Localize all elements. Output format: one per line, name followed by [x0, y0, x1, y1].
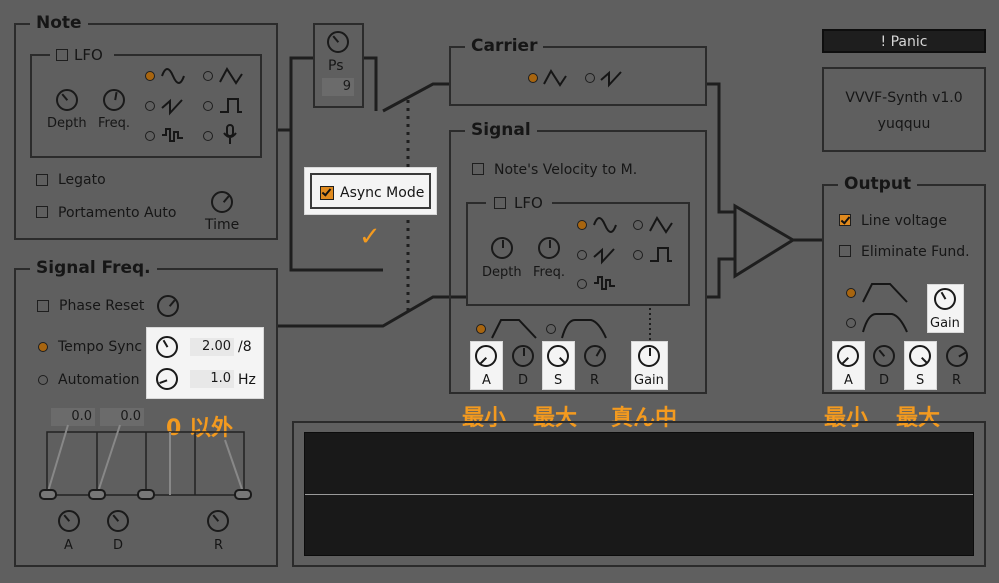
output-a-label: A — [844, 373, 853, 388]
output-env2-radio[interactable] — [846, 318, 856, 328]
output-title: Output — [838, 174, 918, 194]
envelope-curve-icon — [862, 313, 908, 333]
freq-env-r-knob[interactable] — [207, 510, 229, 532]
panic-button-label: ! Panic — [880, 34, 928, 50]
output-a-knob[interactable] — [837, 345, 859, 367]
oscilloscope-trace — [305, 494, 973, 495]
output-gain-knob[interactable] — [934, 288, 956, 310]
about-author: yuqquu — [877, 116, 931, 132]
output-gain-label: Gain — [930, 316, 960, 331]
line-voltage-label: Line voltage — [861, 213, 947, 229]
output-d-knob[interactable] — [873, 345, 895, 367]
about-box — [822, 67, 986, 152]
oscilloscope-display — [304, 432, 974, 556]
panic-button[interactable]: ! Panic — [822, 29, 986, 53]
freq-env-a-label: A — [64, 538, 73, 553]
output-s-knob[interactable] — [909, 345, 931, 367]
eliminate-fund-label: Eliminate Fund. — [861, 244, 970, 260]
freq-env-r-label: R — [214, 538, 224, 553]
output-env1-radio[interactable] — [846, 288, 856, 298]
freq-env-a-knob[interactable] — [58, 510, 80, 532]
envelope-shape-icon — [862, 283, 908, 303]
output-d-label: D — [879, 373, 890, 388]
output-r-label: R — [952, 373, 962, 388]
freq-env-d-label: D — [113, 538, 124, 553]
output-s-label: S — [916, 373, 925, 388]
eliminate-fund-checkbox[interactable] — [839, 245, 851, 257]
freq-env-d-knob[interactable] — [107, 510, 129, 532]
output-r-knob[interactable] — [946, 345, 968, 367]
about-name: VVVF-Synth v1.0 — [845, 90, 963, 106]
line-voltage-checkbox[interactable] — [839, 214, 851, 226]
